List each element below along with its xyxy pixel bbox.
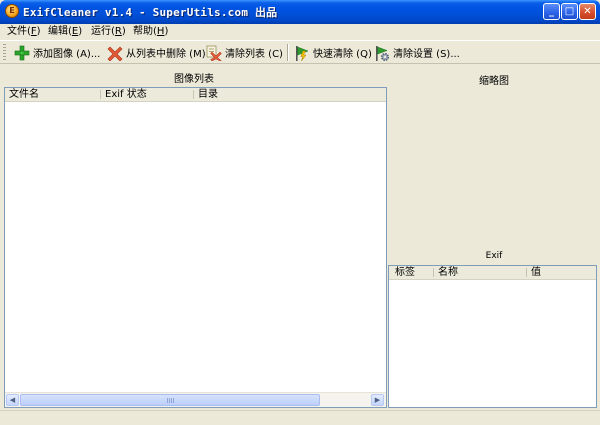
menu-file[interactable]: 文件(F) (7, 24, 41, 40)
menu-run[interactable]: 运行(R) (91, 24, 126, 40)
clear-list-icon (206, 45, 222, 61)
column-filename[interactable]: 文件名 (5, 88, 100, 101)
quick-clean-button[interactable]: 快速清除 (Q) (294, 43, 372, 62)
thumbnail-area (389, 86, 597, 246)
horizontal-scrollbar[interactable]: ◀ ▶ (5, 392, 386, 407)
status-bar (0, 410, 600, 425)
app-icon-letter: E (9, 6, 15, 15)
exif-list-header: 标签 名称 值 (389, 266, 596, 280)
image-list-header: 文件名 Exif 状态 目录 (5, 88, 386, 102)
exif-title: Exif (485, 251, 503, 261)
column-directory[interactable]: 目录 (194, 88, 384, 101)
image-list[interactable]: 文件名 Exif 状态 目录 ◀ ▶ (4, 87, 387, 408)
scroll-right-button[interactable]: ▶ (371, 394, 384, 406)
menu-edit[interactable]: 编辑(E) (48, 24, 82, 40)
toolbar-grip[interactable] (3, 44, 6, 61)
clear-list-label: 清除列表 (C) (225, 49, 283, 60)
red-x-icon (107, 46, 123, 61)
column-exif-status[interactable]: Exif 状态 (101, 88, 193, 101)
gear-flag-icon (376, 45, 389, 61)
toolbar: 添加图像 (A)... 从列表中删除 (M) 清除列表 (C) 快速清除 (Q)… (0, 40, 600, 64)
clean-settings-label: 清除设置 (S)... (393, 49, 460, 60)
window-title: ExifCleaner v1.4 - SuperUtils.com 出品 (23, 6, 278, 19)
remove-from-list-button[interactable]: 从列表中删除 (M) (107, 43, 206, 62)
quick-clean-label: 快速清除 (Q) (313, 49, 372, 60)
image-list-title: 图像列表 (174, 74, 214, 85)
column-tag[interactable]: 标签 (391, 266, 433, 279)
lightning-flag-icon (296, 45, 309, 61)
column-name[interactable]: 名称 (434, 266, 526, 279)
scroll-left-button[interactable]: ◀ (6, 394, 19, 406)
menu-help[interactable]: 帮助(H) (133, 24, 168, 40)
green-plus-icon (14, 45, 30, 60)
app-icon[interactable]: E (5, 4, 19, 18)
thumbnail-title: 缩略图 (479, 76, 509, 87)
clean-settings-button[interactable]: 清除设置 (S)... (374, 43, 460, 62)
menu-bar: 文件(F) 编辑(E) 运行(R) 帮助(H) (0, 24, 600, 40)
minimize-button[interactable]: _ (543, 3, 560, 20)
app-window: E ExifCleaner v1.4 - SuperUtils.com 出品 _… (0, 0, 600, 425)
maximize-button[interactable]: □ (561, 3, 578, 20)
close-button[interactable]: ✕ (579, 3, 596, 20)
add-images-label: 添加图像 (A)... (33, 49, 101, 60)
clear-list-button[interactable]: 清除列表 (C) (206, 43, 283, 62)
add-images-button[interactable]: 添加图像 (A)... (14, 43, 100, 62)
title-bar[interactable]: E ExifCleaner v1.4 - SuperUtils.com 出品 _… (0, 0, 600, 24)
column-value[interactable]: 值 (527, 266, 595, 279)
exif-list[interactable]: 标签 名称 值 (388, 265, 597, 408)
remove-from-list-label: 从列表中删除 (M) (126, 49, 206, 60)
scrollbar-thumb[interactable] (20, 394, 320, 406)
toolbar-separator (287, 44, 289, 61)
